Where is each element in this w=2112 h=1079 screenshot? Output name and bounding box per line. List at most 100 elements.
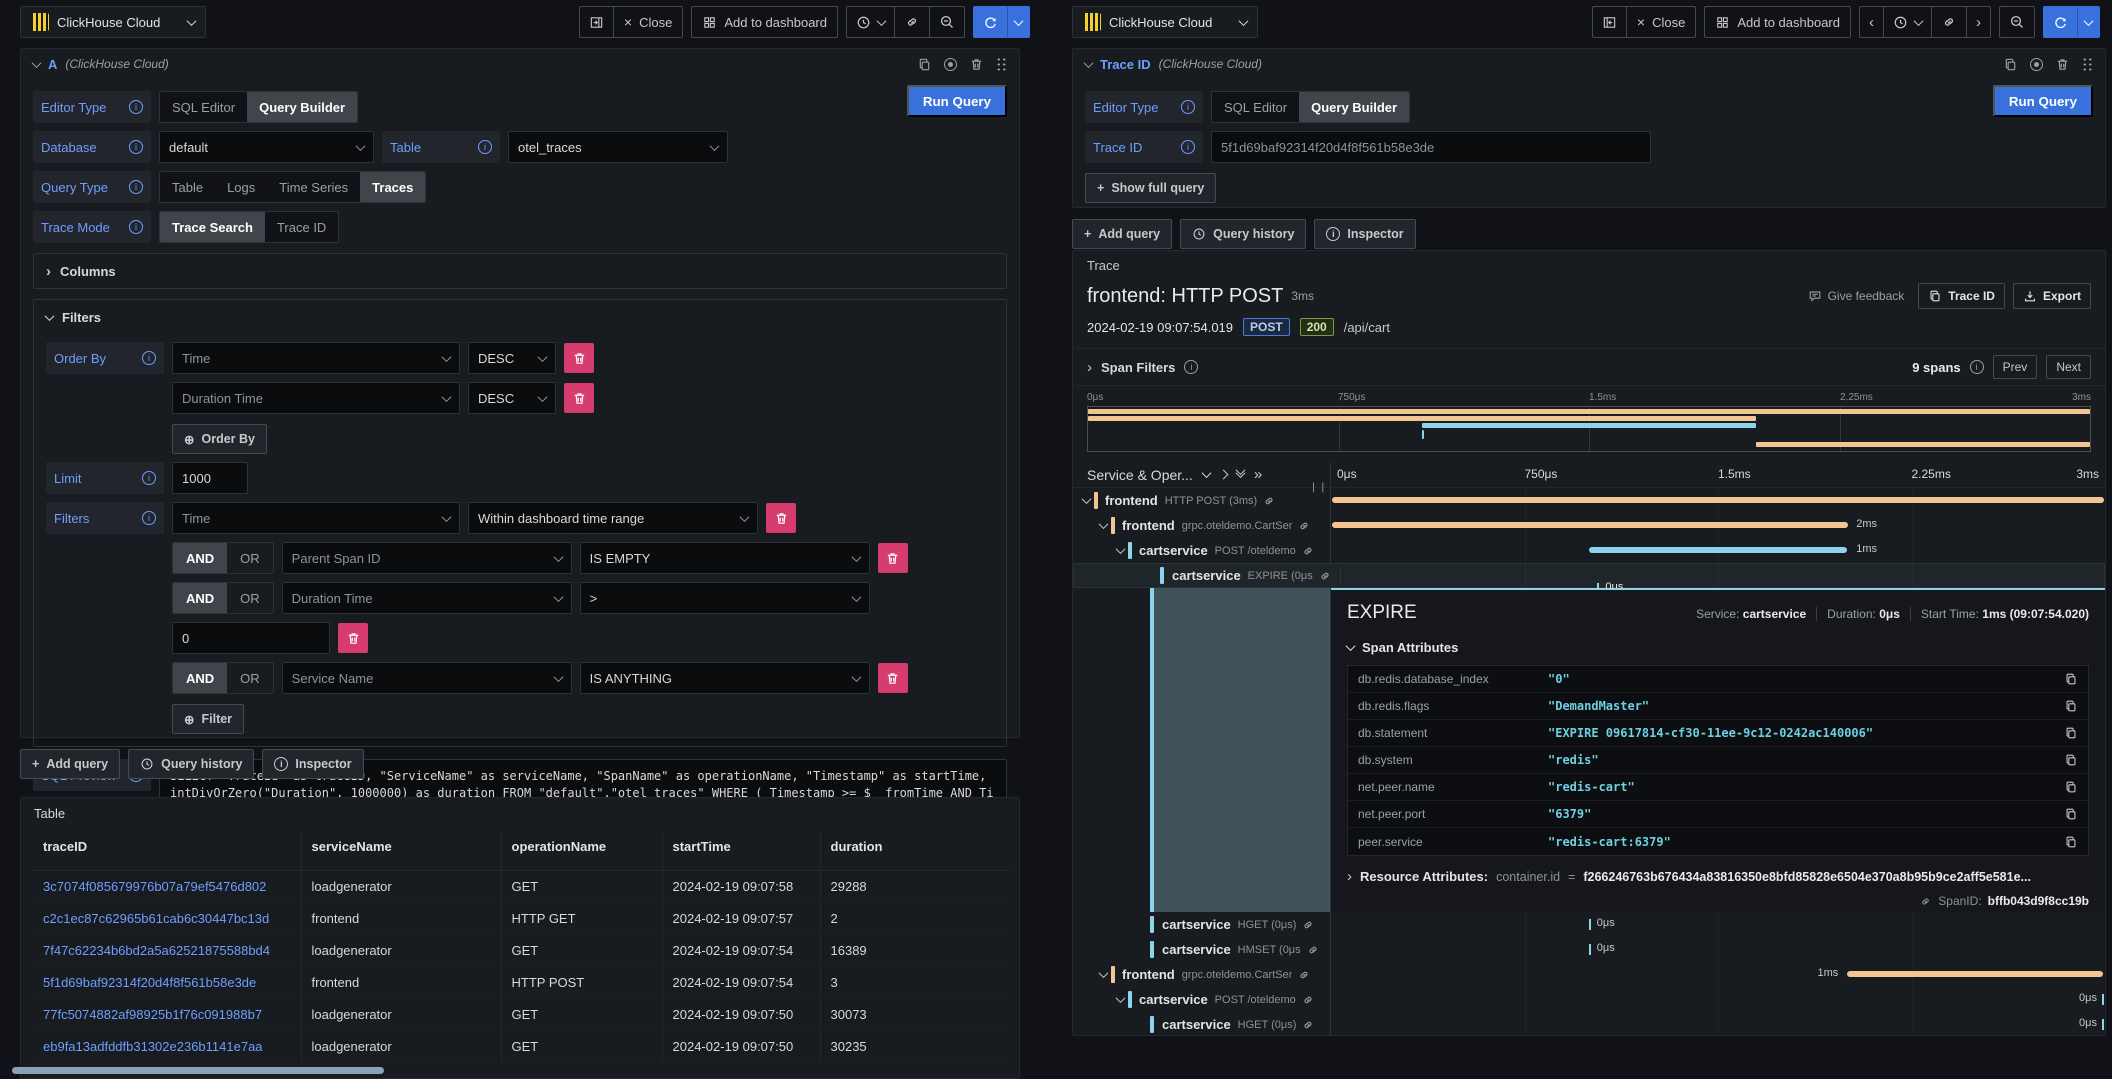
span-tick[interactable] [2102, 1019, 2104, 1030]
show-full-query-button[interactable]: +Show full query [1085, 173, 1216, 203]
span-link-icon[interactable] [1297, 968, 1311, 982]
filter-operator-select[interactable]: Within dashboard time range [468, 502, 758, 534]
remove-filter-button[interactable] [878, 543, 908, 573]
tab-trace-id[interactable]: Trace ID [265, 212, 338, 242]
inspector-button[interactable]: iInspector [1314, 219, 1415, 249]
columns-section-header[interactable]: ›Columns [34, 254, 1006, 288]
filter-operator-select[interactable]: IS EMPTY [580, 542, 870, 574]
trace-id-link[interactable]: c2c1ec87c62965b61cab6c30447bc13d [33, 902, 301, 934]
share-link-button[interactable] [1931, 6, 1967, 38]
add-to-dashboard-button[interactable]: Add to dashboard [1704, 6, 1851, 38]
drag-handle-icon[interactable] [996, 57, 1007, 72]
run-query-button[interactable]: Run Query [1993, 85, 2093, 117]
col-header-traceid[interactable]: traceID [33, 832, 301, 860]
filter-field-select[interactable]: Service Name [282, 662, 572, 694]
collapse-query-icon[interactable] [32, 58, 42, 68]
database-select[interactable]: default [159, 131, 374, 163]
trace-minimap[interactable]: 0μs 750μs 1.5ms 2.25ms 3ms [1073, 386, 2105, 456]
info-icon[interactable]: i [129, 180, 143, 194]
add-to-dashboard-button[interactable]: Add to dashboard [691, 6, 838, 38]
order-by-dir-select[interactable]: DESC [468, 342, 556, 374]
trace-id-link[interactable]: 77fc5074882af98925b1f76c091988b7 [33, 998, 301, 1030]
span-link-icon[interactable] [1318, 569, 1332, 583]
zoom-out-button[interactable] [1999, 6, 2035, 38]
order-by-field-select[interactable]: Duration Time [172, 382, 460, 414]
disable-query-icon[interactable] [944, 58, 957, 71]
info-icon[interactable]: i [1970, 360, 1984, 374]
span-row[interactable]: cartservice POST /oteldemo 1ms [1073, 538, 2105, 563]
export-button[interactable]: Export [2013, 283, 2091, 309]
time-range-button[interactable] [846, 6, 895, 38]
info-icon[interactable]: i [1181, 100, 1195, 114]
tab-table[interactable]: Table [160, 172, 215, 202]
span-row[interactable]: frontend grpc.oteldemo.CartSer 1ms [1073, 962, 2105, 987]
delete-query-icon[interactable] [2055, 57, 2070, 72]
and-option[interactable]: AND [173, 543, 227, 573]
info-icon[interactable]: i [142, 351, 156, 365]
span-link-icon[interactable] [1301, 544, 1315, 558]
zoom-out-button[interactable] [929, 6, 965, 38]
time-shift-forward-button[interactable]: › [1966, 6, 1991, 38]
collapse-children-icon[interactable] [1116, 544, 1126, 554]
copy-icon[interactable] [2064, 672, 2078, 686]
copy-icon[interactable] [2064, 835, 2078, 849]
filters-section-header[interactable]: Filters [34, 300, 1006, 334]
span-row-selected[interactable]: cartservice EXPIRE (0μs 0μs [1073, 563, 2105, 588]
add-order-by-button[interactable]: ⊕Order By [172, 424, 267, 454]
copy-icon[interactable] [2064, 753, 2078, 767]
move-to-pane-button[interactable] [579, 6, 614, 38]
copy-icon[interactable] [2064, 726, 2078, 740]
span-row[interactable]: cartservice HGET (0μs) 0μs [1073, 912, 2105, 937]
span-row[interactable]: cartservice HMSET (0μs 0μs [1073, 937, 2105, 962]
or-option[interactable]: OR [227, 543, 273, 573]
filter-field-select[interactable]: Time [172, 502, 460, 534]
run-refresh-button[interactable] [2043, 6, 2078, 38]
close-pane-button[interactable]: ×Close [1626, 6, 1696, 38]
filter-operator-select[interactable]: IS ANYTHING [580, 662, 870, 694]
prev-span-button[interactable]: Prev [1993, 355, 2038, 379]
tab-logs[interactable]: Logs [215, 172, 267, 202]
and-option[interactable]: AND [173, 663, 227, 693]
query-row-header[interactable]: Trace ID (ClickHouse Cloud) [1073, 49, 2105, 79]
info-icon[interactable]: i [129, 220, 143, 234]
info-icon[interactable]: i [129, 140, 143, 154]
span-row[interactable]: cartservice POST /oteldemo 0μs [1073, 987, 2105, 1012]
delete-query-icon[interactable] [969, 57, 984, 72]
span-row[interactable]: cartservice HGET (0μs) 0μs [1073, 1012, 2105, 1036]
tab-sql-editor[interactable]: SQL Editor [160, 92, 247, 122]
close-pane-button[interactable]: ×Close [613, 6, 683, 38]
table-select[interactable]: otel_traces [508, 131, 728, 163]
info-icon[interactable]: i [142, 511, 156, 525]
span-bar[interactable] [1332, 522, 1848, 528]
or-option[interactable]: OR [227, 583, 273, 613]
order-by-field-select[interactable]: Time [172, 342, 460, 374]
time-shift-back-button[interactable]: ‹ [1859, 6, 1884, 38]
horizontal-scrollbar[interactable] [12, 1067, 384, 1074]
span-filters-label[interactable]: Span Filters [1101, 360, 1175, 375]
info-icon[interactable]: i [1184, 360, 1198, 374]
span-link-icon[interactable] [1301, 1018, 1315, 1032]
minimap-canvas[interactable] [1087, 406, 2091, 452]
span-tick[interactable] [1589, 944, 1591, 955]
span-tick[interactable] [1589, 919, 1591, 930]
col-header-duration[interactable]: duration [820, 832, 1009, 860]
tab-sql-editor[interactable]: SQL Editor [1212, 92, 1299, 122]
collapse-children-icon[interactable] [1099, 519, 1109, 529]
run-refresh-button[interactable] [973, 6, 1008, 38]
trace-id-link[interactable]: 5f1d69baf92314f20d4f8f561b58e3de [33, 966, 301, 998]
span-link-icon[interactable] [1301, 993, 1315, 1007]
filter-field-select[interactable]: Duration Time [282, 582, 572, 614]
order-by-dir-select[interactable]: DESC [468, 382, 556, 414]
trace-id-link[interactable]: 3c7074f085679976b07a79ef5476d802 [33, 870, 301, 902]
collapse-all-icon[interactable] [1237, 472, 1244, 478]
query-history-button[interactable]: Query history [128, 749, 254, 779]
filter-field-select[interactable]: Parent Span ID [282, 542, 572, 574]
resource-attributes-row[interactable]: › Resource Attributes: container.id = f2… [1347, 869, 2089, 884]
info-icon[interactable]: i [1181, 140, 1195, 154]
span-row[interactable]: frontend HTTP POST (3ms) [1073, 488, 2105, 513]
datasource-picker[interactable]: ClickHouse Cloud [1072, 6, 1258, 38]
tab-time-series[interactable]: Time Series [267, 172, 360, 202]
remove-order-by-button[interactable] [564, 343, 594, 373]
collapse-children-icon[interactable] [1099, 968, 1109, 978]
span-row[interactable]: frontend grpc.oteldemo.CartSer 2ms [1073, 513, 2105, 538]
